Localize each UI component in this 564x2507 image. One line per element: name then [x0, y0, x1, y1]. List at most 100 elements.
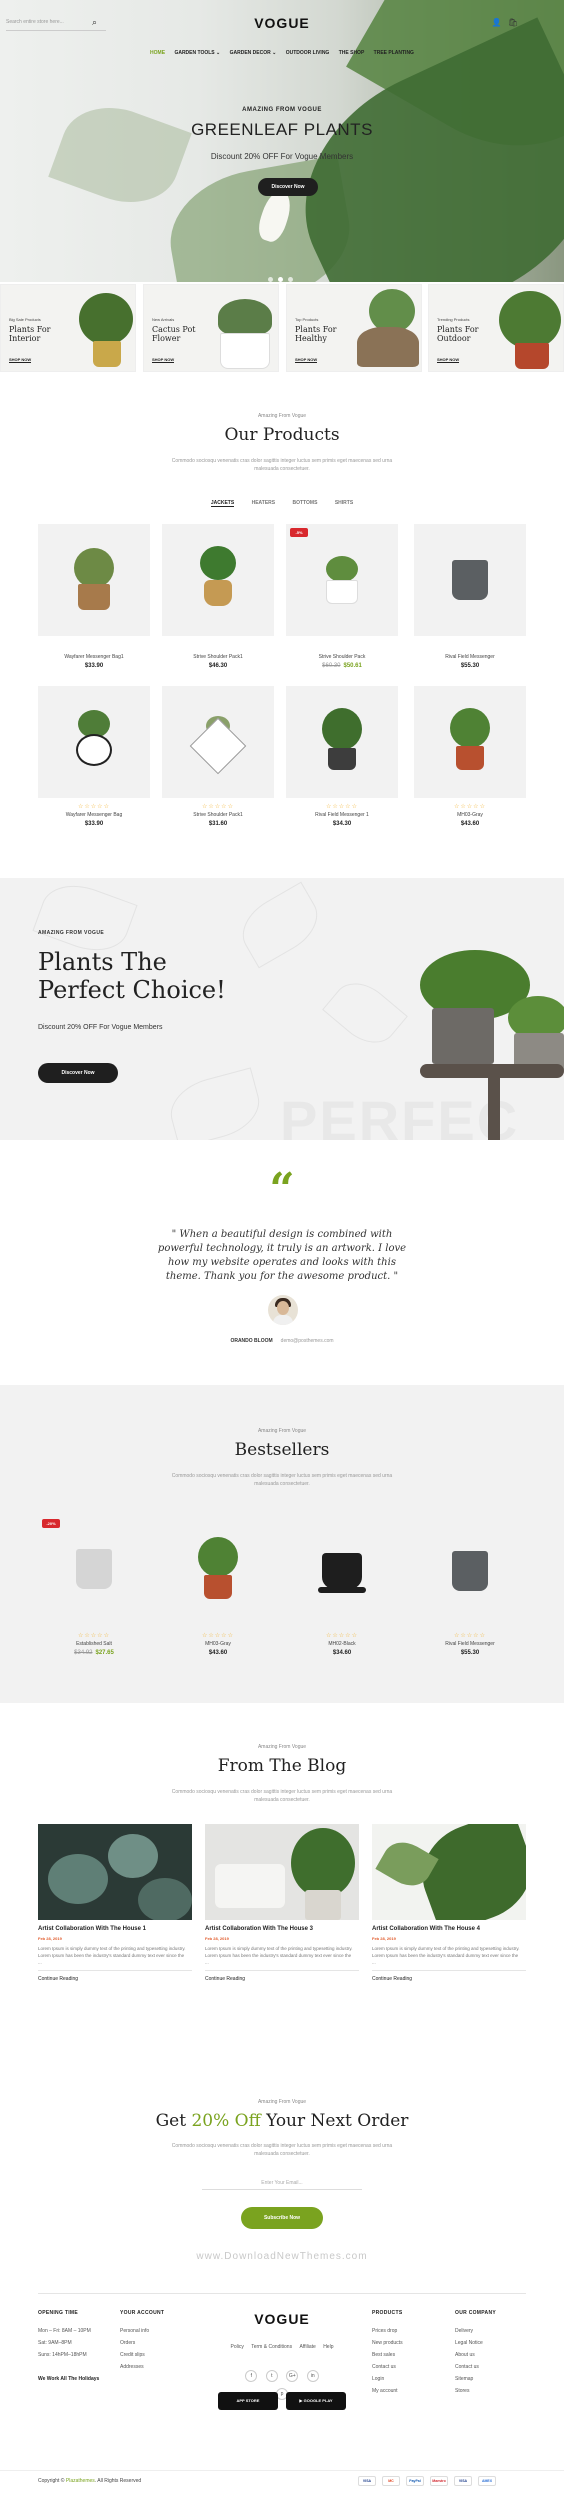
copyright-brand-link[interactable]: Plazathemes: [66, 2478, 95, 2484]
footer-link[interactable]: Legal Notice: [455, 2340, 496, 2346]
footer-link[interactable]: Prices drop: [372, 2328, 403, 2334]
footer-link[interactable]: Affiliate: [299, 2344, 315, 2350]
slider-dot[interactable]: [268, 277, 273, 282]
product-image[interactable]: [286, 686, 398, 798]
footer-link[interactable]: About us: [455, 2352, 496, 2358]
footer-link[interactable]: Login: [372, 2376, 403, 2382]
footer-link[interactable]: Orders: [120, 2340, 164, 2346]
nav-home[interactable]: HOME: [150, 50, 165, 56]
slider-dot[interactable]: [278, 277, 283, 282]
continue-reading-link[interactable]: Continue Reading: [38, 1976, 78, 1982]
product-image[interactable]: [414, 1515, 526, 1627]
twitter-icon[interactable]: t: [265, 2370, 278, 2382]
blog-post-image[interactable]: [372, 1824, 526, 1920]
category-title: Plants For Healthy: [295, 325, 337, 343]
blog-post-title[interactable]: Artist Collaboration With The House 1: [38, 1926, 146, 1932]
category-title: Cactus Pot Flower: [152, 325, 196, 343]
footer-link[interactable]: Contact us: [372, 2364, 403, 2370]
product-name[interactable]: Established Salt: [38, 1641, 150, 1647]
subscribe-button[interactable]: Subscribe Now: [241, 2207, 323, 2229]
footer-link[interactable]: Contact us: [455, 2364, 496, 2370]
pot-image: [452, 1551, 488, 1591]
promo-table-leg: [488, 1076, 500, 1140]
nav-garden-tools[interactable]: GARDEN TOOLS ⌄: [174, 50, 220, 56]
category-banner[interactable]: Top Products Plants For Healthy SHOP NOW: [286, 284, 422, 372]
category-eyebrow: Big Sale Products: [9, 317, 41, 322]
category-banner[interactable]: Big Sale Products Plants For Interior SH…: [0, 284, 136, 372]
slider-dots: [268, 269, 298, 282]
promo-discover-button[interactable]: Discover Now: [38, 1063, 118, 1083]
plant-image: [450, 708, 490, 748]
product-name[interactable]: MH03-Gray: [414, 812, 526, 818]
google-play-button[interactable]: ▶ GOOGLE PLAY: [286, 2392, 346, 2410]
continue-reading-link[interactable]: Continue Reading: [205, 1976, 245, 1982]
product-image[interactable]: [162, 1515, 274, 1627]
product-image[interactable]: -20%: [38, 1515, 150, 1627]
nav-the-shop[interactable]: THE SHOP: [339, 50, 365, 56]
footer-link[interactable]: Addresses: [120, 2364, 164, 2370]
product-image[interactable]: [162, 524, 274, 636]
email-field[interactable]: Enter Your Email...: [202, 2176, 362, 2190]
footer-link[interactable]: Policy: [231, 2344, 244, 2350]
product-name[interactable]: Wayfarer Messenger Bag: [38, 812, 150, 818]
product-name[interactable]: Rival Field Messenger 1: [286, 812, 398, 818]
user-icon[interactable]: 👤: [492, 18, 502, 27]
product-name[interactable]: MH02-Black: [286, 1641, 398, 1647]
blog-post-title[interactable]: Artist Collaboration With The House 3: [205, 1926, 313, 1932]
product-image[interactable]: -5%: [286, 524, 398, 636]
sale-badge: -20%: [42, 1519, 60, 1528]
product-name[interactable]: MH03-Gray: [162, 1641, 274, 1647]
tab-heaters[interactable]: HEATERS: [252, 500, 276, 506]
tab-jackets[interactable]: JACKETS: [210, 500, 235, 507]
footer-link[interactable]: Term & Conditions: [251, 2344, 292, 2350]
succulent-image: [48, 1854, 108, 1904]
nav-garden-decor[interactable]: GARDEN DECOR ⌄: [230, 50, 277, 56]
product-name[interactable]: Rival Field Messenger: [414, 654, 526, 660]
paypal-icon: PayPal: [406, 2476, 424, 2486]
blog-post-image[interactable]: [205, 1824, 359, 1920]
google-plus-icon[interactable]: G+: [286, 2370, 299, 2382]
footer-link[interactable]: Credit slips: [120, 2352, 164, 2358]
product-image[interactable]: [38, 524, 150, 636]
footer-link[interactable]: Delivery: [455, 2328, 496, 2334]
tab-shirts[interactable]: SHIRTS: [335, 500, 353, 506]
footer-link[interactable]: Sitemap: [455, 2376, 496, 2382]
product-name[interactable]: Rival Field Messenger: [414, 1641, 526, 1647]
nav-outdoor-living[interactable]: OUTDOOR LIVING: [286, 50, 330, 56]
category-banner[interactable]: Trending Products Plants For Outdoor SHO…: [428, 284, 564, 372]
facebook-icon[interactable]: f: [245, 2370, 258, 2382]
app-store-button[interactable]: APP STORE: [218, 2392, 278, 2410]
blog-post-image[interactable]: [38, 1824, 192, 1920]
site-logo[interactable]: VOGUE: [0, 15, 564, 31]
product-name[interactable]: Strive Shoulder Pack1: [162, 812, 274, 818]
footer-link[interactable]: Help: [323, 2344, 333, 2350]
shop-now-link[interactable]: SHOP NOW: [152, 357, 175, 363]
product-image[interactable]: [38, 686, 150, 798]
footer-link[interactable]: Best sales: [372, 2352, 403, 2358]
product-image[interactable]: [162, 686, 274, 798]
shop-now-link[interactable]: SHOP NOW: [9, 357, 32, 363]
product-image[interactable]: [286, 1515, 398, 1627]
product-name[interactable]: Strive Shoulder Pack: [286, 654, 398, 660]
linkedin-icon[interactable]: in: [306, 2370, 319, 2382]
nav-tree-planting[interactable]: TREE PLANTING: [374, 50, 414, 56]
footer-col-company: OUR COMPANY Delivery Legal Notice About …: [455, 2310, 496, 2400]
visa-icon: VISA: [454, 2476, 472, 2486]
footer-link[interactable]: Stores: [455, 2388, 496, 2394]
product-name[interactable]: Wayfarer Messenger Bag1: [38, 654, 150, 660]
shop-now-link[interactable]: SHOP NOW: [437, 357, 460, 363]
slider-dot[interactable]: [288, 277, 293, 282]
footer-link[interactable]: New products: [372, 2340, 403, 2346]
hero-discover-button[interactable]: Discover Now: [258, 178, 318, 196]
product-image[interactable]: [414, 686, 526, 798]
category-banner[interactable]: New Arrivals Cactus Pot Flower SHOP NOW: [143, 284, 279, 372]
cart-icon[interactable]: 🛍: [508, 18, 518, 27]
footer-link[interactable]: My account: [372, 2388, 403, 2394]
continue-reading-link[interactable]: Continue Reading: [372, 1976, 412, 1982]
shop-now-link[interactable]: SHOP NOW: [295, 357, 318, 363]
tab-bottoms[interactable]: BOTTOMS: [293, 500, 318, 506]
product-name[interactable]: Strive Shoulder Pack1: [162, 654, 274, 660]
product-image[interactable]: [414, 524, 526, 636]
blog-post-title[interactable]: Artist Collaboration With The House 4: [372, 1926, 480, 1932]
footer-link[interactable]: Personal info: [120, 2328, 164, 2334]
